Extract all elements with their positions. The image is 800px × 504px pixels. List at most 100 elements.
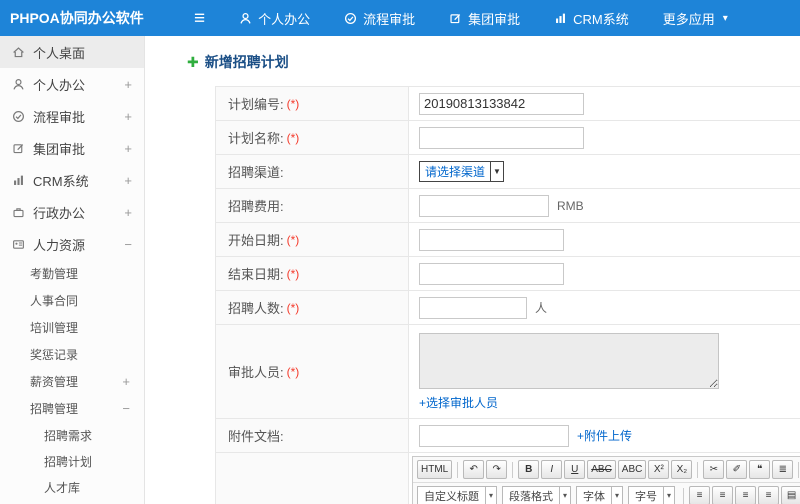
headcount-input[interactable] xyxy=(419,296,527,319)
form-row-end-date: 结束日期: (*) xyxy=(216,257,800,291)
sidebar-item-hr-contract[interactable]: 人事合同 xyxy=(0,287,144,314)
blockquote-icon[interactable]: ❝ xyxy=(749,460,771,479)
topnav-crm-system[interactable]: CRM系统 xyxy=(554,9,629,28)
field-label: 审批人员: xyxy=(228,365,284,380)
sidebar-subitem-label: 招聘需求 xyxy=(44,428,93,443)
sidebar-item-recruitment[interactable]: 招聘管理 − xyxy=(0,395,144,422)
undo-icon[interactable]: ↶ xyxy=(463,460,485,479)
cut-icon[interactable]: ✂ xyxy=(703,460,725,479)
redo-icon[interactable]: ↷ xyxy=(486,460,508,479)
heading-select-value: 自定义标题 xyxy=(424,490,479,503)
sidebar-subitem-label: 人事合同 xyxy=(30,294,79,308)
topnav-personal-office[interactable]: 个人办公 xyxy=(239,9,310,28)
sidebar-item-rewards[interactable]: 奖惩记录 xyxy=(0,341,144,368)
select-approver-link[interactable]: +选择审批人员 xyxy=(419,394,498,411)
toolbar-separator xyxy=(457,461,459,478)
topnav-group-approval[interactable]: 集团审批 xyxy=(449,9,520,28)
paragraph-format-select[interactable]: 段落格式 ▾ xyxy=(502,486,572,504)
home-icon xyxy=(12,46,25,59)
sidebar-item-training[interactable]: 培训管理 xyxy=(0,314,144,341)
plus-icon: ✚ xyxy=(187,53,199,70)
headcount-unit-label: 人 xyxy=(535,301,548,315)
list-icon[interactable]: ≣ xyxy=(772,460,794,479)
sidebar-item-group-approval[interactable]: 集团审批 + xyxy=(0,132,144,164)
expand-toggle[interactable]: + xyxy=(124,77,132,92)
indent-button[interactable]: ▤ xyxy=(781,486,800,504)
align-center-button[interactable]: ≡ xyxy=(712,486,734,504)
channel-select-value: 请选择渠道 xyxy=(425,165,486,179)
field-label: 附件文档: xyxy=(228,429,284,444)
format-brush-icon[interactable]: ✐ xyxy=(726,460,748,479)
sidebar-item-admin-office[interactable]: 行政办公 + xyxy=(0,196,144,228)
dropdown-arrow-icon: ▼ xyxy=(490,162,503,181)
expand-toggle[interactable]: + xyxy=(122,374,130,389)
field-label: 招聘人数: xyxy=(228,301,284,316)
sidebar-item-personal-office[interactable]: 个人办公 + xyxy=(0,68,144,100)
field-label: 计划编号: xyxy=(228,97,284,112)
topnav-workflow-approval[interactable]: 流程审批 xyxy=(344,9,415,28)
dropdown-arrow-icon: ▾ xyxy=(663,487,674,504)
sidebar-item-label: 人力资源 xyxy=(33,237,86,253)
hamburger-menu-icon[interactable]: ≡ xyxy=(194,9,205,28)
html-source-button[interactable]: HTML xyxy=(417,460,453,479)
topbar: PHPOA协同办公软件 ≡ 个人办公 流程审批 集团审批 CRM系统 更多应用 … xyxy=(0,0,800,36)
start-date-input[interactable] xyxy=(419,228,564,251)
field-label: 结束日期: xyxy=(228,267,284,282)
sidebar-item-salary[interactable]: 薪资管理 + xyxy=(0,368,144,395)
align-left-button[interactable]: ≡ xyxy=(689,486,711,504)
heading-select[interactable]: 自定义标题 ▾ xyxy=(417,486,498,504)
align-justify-button[interactable]: ≡ xyxy=(758,486,780,504)
sidebar-item-label: 行政办公 xyxy=(33,205,86,221)
align-right-button[interactable]: ≡ xyxy=(735,486,757,504)
sidebar-subitem-label: 招聘管理 xyxy=(30,402,79,416)
collapse-toggle[interactable]: − xyxy=(124,237,132,252)
check-circle-icon xyxy=(344,12,357,25)
app-brand: PHPOA协同办公软件 xyxy=(10,10,144,26)
expand-toggle[interactable]: + xyxy=(124,109,132,124)
strikethrough-button[interactable]: ABC xyxy=(587,460,616,479)
sidebar: 个人桌面 个人办公 + 流程审批 + 集团审批 + CRM系统 + 行政办公 + xyxy=(0,36,145,504)
expand-toggle[interactable]: + xyxy=(124,141,132,156)
attachment-upload-link[interactable]: +附件上传 xyxy=(577,427,632,444)
sidebar-item-recruit-plan[interactable]: 招聘计划 xyxy=(0,448,144,474)
superscript-button[interactable]: X² xyxy=(648,460,670,479)
sidebar-item-crm[interactable]: CRM系统 + xyxy=(0,164,144,196)
user-icon xyxy=(239,12,252,25)
subscript-button[interactable]: X₂ xyxy=(671,460,693,479)
sidebar-item-attendance[interactable]: 考勤管理 xyxy=(0,260,144,287)
form-row-plan-name: 计划名称: (*) xyxy=(216,121,800,155)
topnav-label: 流程审批 xyxy=(363,11,416,27)
sidebar-item-talent-pool[interactable]: 人才库 xyxy=(0,474,144,500)
end-date-input[interactable] xyxy=(419,262,564,285)
plan-name-input[interactable] xyxy=(419,126,584,149)
fee-input[interactable] xyxy=(419,194,549,217)
sidebar-item-recruit-demand[interactable]: 招聘需求 xyxy=(0,422,144,448)
field-label: 计划名称: xyxy=(228,131,284,146)
sidebar-item-desktop[interactable]: 个人桌面 xyxy=(0,36,144,68)
font-family-select[interactable]: 字体 ▾ xyxy=(576,486,624,504)
form-row-channel: 招聘渠道: 请选择渠道 ▼ xyxy=(216,155,800,189)
bold-button[interactable]: B xyxy=(518,460,540,479)
field-label: 开始日期: xyxy=(228,233,284,248)
collapse-toggle[interactable]: − xyxy=(122,401,130,416)
sidebar-subitem-label: 人才库 xyxy=(44,480,81,495)
spellcheck-button[interactable]: ABC xyxy=(617,460,647,479)
font-size-select[interactable]: 字号 ▾ xyxy=(628,486,676,504)
required-mark: (*) xyxy=(286,364,300,379)
expand-toggle[interactable]: + xyxy=(124,173,132,188)
attachment-input[interactable] xyxy=(419,424,569,447)
sidebar-item-workflow-approval[interactable]: 流程审批 + xyxy=(0,100,144,132)
fee-unit-label: RMB xyxy=(557,198,584,213)
editor-toolbar-1: HTML ↶ ↷ B I U ABC ABC X² X₂ ✂ ✐ ❝ ≣ xyxy=(413,457,800,483)
plan-number-input[interactable] xyxy=(419,92,584,115)
underline-button[interactable]: U xyxy=(564,460,586,479)
expand-toggle[interactable]: + xyxy=(124,205,132,220)
top-navigation: 个人办公 流程审批 集团审批 CRM系统 更多应用 ▾ xyxy=(239,9,728,28)
sidebar-item-hr[interactable]: 人力资源 − xyxy=(0,228,144,260)
italic-button[interactable]: I xyxy=(541,460,563,479)
required-mark: (*) xyxy=(286,266,300,281)
topnav-more-apps[interactable]: 更多应用 ▾ xyxy=(663,9,728,28)
required-mark: (*) xyxy=(286,300,300,315)
channel-select[interactable]: 请选择渠道 ▼ xyxy=(419,161,504,182)
approver-textarea[interactable] xyxy=(419,333,719,389)
